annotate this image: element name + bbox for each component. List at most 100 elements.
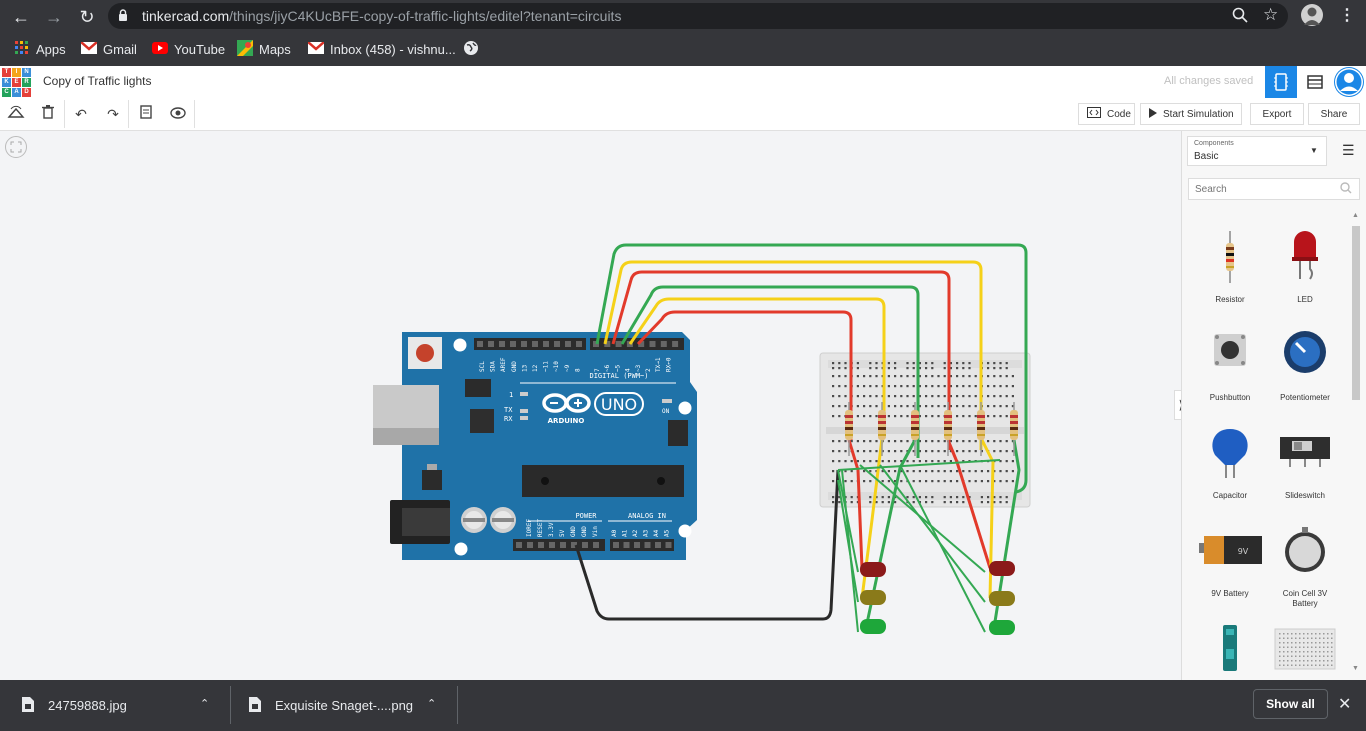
bookmark-youtube[interactable]: YouTube [152,40,225,58]
bookmark-apps[interactable]: Apps [14,40,66,58]
component-capacitor[interactable]: Capacitor [1195,423,1265,513]
pin-label: ~5 [614,364,621,372]
bookmark-maps[interactable]: Maps [237,39,291,58]
design-title[interactable]: Copy of Traffic lights [43,74,152,88]
chevron-up-icon[interactable]: ⌃ [200,697,209,710]
file-icon [22,696,34,715]
table-view-icon [1307,75,1323,89]
download-divider [457,686,458,724]
bookmark-inbox[interactable]: Inbox (458) - vishnu... [307,40,456,58]
component-led[interactable]: LED [1270,227,1340,317]
pin-label: ~9 [564,364,571,372]
components-dropdown-value: Basic [1194,151,1219,162]
traffic-light-leds[interactable] [860,561,1015,635]
kebab-menu-icon[interactable]: ⋮ [1339,5,1355,25]
apps-grid-icon [14,40,30,59]
profile-avatar[interactable] [1301,4,1323,26]
gmail-icon [307,40,325,57]
back-arrow-icon[interactable]: ← [9,5,33,29]
pin-label: A1 [622,529,629,537]
chevron-up-icon[interactable]: ⌃ [427,697,436,710]
component-label: Slideswitch [1284,491,1325,500]
pin-label: GND [570,526,577,537]
pin-label: AREF [500,357,507,372]
rotate-icon[interactable] [5,104,27,124]
power-label: POWER [575,512,597,520]
pin-label: GND [581,526,588,537]
pin-label: A2 [632,529,639,537]
reload-icon[interactable]: ↻ [75,5,99,29]
pin-label: 5V [559,529,566,537]
led-red-2 [989,561,1015,576]
zoom-icon[interactable] [1232,7,1248,28]
code-label: Code [1107,108,1131,120]
component-aa-battery[interactable] [1195,619,1265,675]
export-button[interactable]: Export [1250,103,1304,125]
bookmark-star-icon[interactable]: ☆ [1263,5,1278,25]
scroll-up-icon[interactable]: ▲ [1352,212,1359,219]
bookmark-gmail[interactable]: Gmail [80,40,137,58]
caret-down-icon: ▼ [1310,146,1318,155]
component-pushbutton[interactable]: Pushbutton [1195,325,1265,415]
pin-label: GND [511,361,518,372]
url-text[interactable]: tinkercad.com/things/jiyC4KUcBFE-copy-of… [142,8,621,24]
search-icon [1340,182,1352,197]
user-avatar[interactable] [1334,67,1364,97]
close-icon[interactable]: ✕ [1338,694,1351,714]
component-coin-cell[interactable]: Coin Cell 3V Battery [1270,521,1340,611]
component-slideswitch[interactable]: Slideswitch [1270,423,1340,513]
component-label: LED [1297,295,1313,304]
notes-icon[interactable] [135,104,157,124]
show-all-downloads-button[interactable]: Show all [1253,689,1328,719]
pin-label: ~10 [553,361,560,372]
undo-icon[interactable]: ↶ [70,104,92,124]
pin-label: SCL [479,361,486,372]
circuit-view-icon [1274,73,1288,91]
component-label: Capacitor [1212,491,1248,500]
scroll-down-icon[interactable]: ▼ [1352,665,1359,672]
pin-label: IOREF [526,519,533,537]
component-9v-battery[interactable]: 9V 9V Battery [1195,521,1265,611]
led-green-1 [860,619,886,634]
tx-led-label: TX [504,406,513,414]
play-icon [1149,107,1157,121]
schematic-view-button[interactable] [1300,66,1330,98]
component-resistor[interactable]: Resistor [1195,227,1265,317]
youtube-icon [152,41,168,57]
circuit-view-button[interactable] [1265,66,1297,98]
potentiometer-icon [1284,331,1326,373]
code-button[interactable]: Code [1078,103,1135,125]
battery-voltage-text: 9V [1238,547,1249,556]
panel-scrollbar-thumb[interactable] [1352,226,1360,400]
file-icon [249,696,261,715]
component-label: Potentiometer [1280,393,1330,402]
forward-arrow-icon[interactable]: → [42,5,66,29]
breadboard-icon [1274,628,1336,670]
slideswitch-icon [1280,437,1330,467]
tinkercad-logo[interactable]: TIN KER CAD [2,68,31,97]
start-simulation-button[interactable]: Start Simulation [1140,103,1242,125]
pin-label: 12 [532,364,539,372]
arduino-uno-board[interactable]: UNO ARDUINO DIGITAL (PWM~) POWER ANALOG … [373,332,697,560]
component-potentiometer[interactable]: Potentiometer [1270,325,1340,415]
list-view-icon[interactable]: ☰ [1342,142,1355,159]
component-search-input[interactable] [1188,178,1360,200]
component-breadboard-small[interactable] [1270,619,1340,675]
component-label: Pushbutton [1209,393,1251,402]
share-button[interactable]: Share [1308,103,1360,125]
trash-icon[interactable] [37,104,59,124]
pin-label: ~3 [635,364,642,372]
download-item[interactable]: 24759888.jpg [22,680,127,731]
pin-label: 8 [574,368,581,372]
bookmark-label: YouTube [174,41,226,57]
start-simulation-label: Start Simulation [1163,108,1234,120]
led-yellow-2 [989,591,1015,606]
globe-icon[interactable] [463,40,479,61]
l-led-label: 1 [509,391,513,399]
eye-icon[interactable] [167,104,189,124]
component-label: 9V Battery [1211,589,1249,598]
resistor-icon [1226,231,1234,283]
download-item[interactable]: Exquisite Snaget-....png [249,680,413,731]
redo-icon[interactable]: ↷ [102,104,124,124]
download-divider [230,686,231,724]
